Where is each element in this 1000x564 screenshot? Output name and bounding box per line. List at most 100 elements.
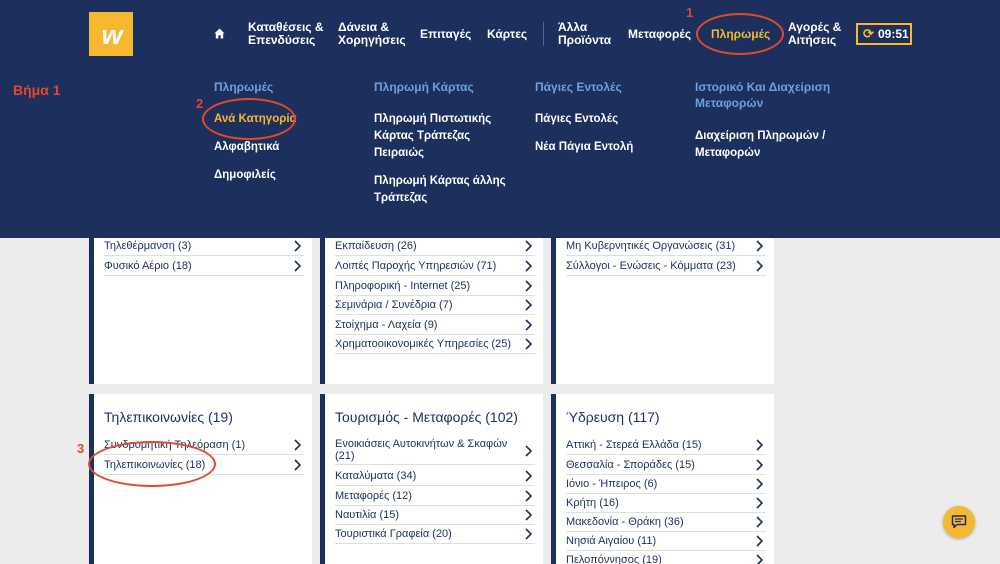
category-row[interactable]: Χρηματοοικονομικές Υπηρεσίες (25)	[335, 335, 535, 354]
session-timer-value: 09:51	[878, 27, 909, 41]
category-row-label: Πελοπόννησος (19)	[566, 554, 662, 564]
category-row-label: Σύλλογοι - Ενώσεις - Κόμματα (23)	[566, 260, 736, 272]
chevron-right-icon	[756, 439, 764, 451]
category-row[interactable]: Πληροφορική - Internet (25)	[335, 277, 535, 296]
menu-column-heading-payments: Πληρωμές	[214, 80, 274, 94]
category-card: Μη Κυβερνητικές Οργανώσεις (31) Σύλλογοι…	[551, 226, 774, 384]
chevron-right-icon	[756, 497, 764, 509]
menu-link-piraeus-card-payment[interactable]: Πληρωμή Πιστωτικής Κάρτας Τράπεζας Πειρα…	[374, 111, 491, 162]
home-icon[interactable]	[214, 28, 225, 39]
category-card-water: Ύδρευση (117) Αττική - Στερεά Ελλάδα (15…	[551, 394, 774, 564]
logo-letter: w	[101, 20, 122, 50]
nav-cards[interactable]: Κάρτες	[487, 28, 527, 41]
nav-purchases-applications[interactable]: Αγορές & Αιτήσεις	[788, 21, 841, 47]
nav-cheques[interactable]: Επιταγές	[420, 28, 471, 41]
chevron-right-icon	[525, 470, 533, 482]
nav-loans[interactable]: Δάνεια & Χορηγήσεις	[338, 21, 406, 47]
chevron-right-icon	[294, 260, 302, 272]
category-card-tourism: Τουρισμός - Μεταφορές (102) Ενοικιάσεις …	[320, 394, 543, 564]
category-row-label: Ναυτιλία (15)	[335, 509, 400, 521]
category-row[interactable]: Ενοικιάσεις Αυτοκινήτων & Σκαφών (21)	[335, 436, 535, 465]
annotation-number: 2	[196, 96, 204, 111]
nav-transfers[interactable]: Μεταφορές	[628, 28, 691, 41]
category-row[interactable]: Μεταφορές (12)	[335, 487, 535, 506]
nav-deposits-investments[interactable]: Καταθέσεις & Επενδύσεις	[248, 21, 324, 47]
category-row-label: Μακεδονία - Θράκη (36)	[566, 516, 684, 528]
category-row[interactable]: Εκπαίδευση (26)	[335, 237, 535, 256]
chevron-right-icon	[525, 445, 533, 457]
nav-divider	[543, 22, 544, 46]
annotation-ellipse	[696, 13, 784, 55]
category-row-label: Φυσικό Αέριο (18)	[104, 260, 192, 272]
chevron-right-icon	[525, 490, 533, 502]
category-row[interactable]: Μακεδονία - Θράκη (36)	[566, 513, 766, 532]
refresh-icon: ⟳	[863, 26, 874, 41]
category-row[interactable]: Μη Κυβερνητικές Οργανώσεις (31)	[566, 237, 766, 256]
category-row[interactable]: Νησιά Αιγαίου (11)	[566, 532, 766, 551]
menu-link-new-standing-order[interactable]: Νέα Πάγια Εντολή	[535, 139, 633, 156]
chat-button[interactable]	[943, 506, 975, 538]
menu-link-standing-orders[interactable]: Πάγιες Εντολές	[535, 111, 618, 128]
category-row-label: Σεμινάρια / Συνέδρια (7)	[335, 299, 453, 311]
menu-column-heading-card-payment: Πληρωμή Κάρτας	[374, 80, 474, 94]
category-row[interactable]: Ιόνιο - Ήπειρος (6)	[566, 475, 766, 494]
chevron-right-icon	[756, 554, 764, 564]
menu-link-alphabetical[interactable]: Αλφαβητικά	[214, 139, 279, 156]
category-row-label: Αττική - Στερεά Ελλάδα (15)	[566, 439, 702, 451]
chevron-right-icon	[294, 439, 302, 451]
category-row-label: Ενοικιάσεις Αυτοκινήτων & Σκαφών (21)	[335, 438, 508, 462]
chevron-right-icon	[294, 459, 302, 471]
chevron-right-icon	[756, 459, 764, 471]
category-card-title: Τηλεπικοινωνίες (19)	[104, 409, 233, 425]
annotation-number: 1	[686, 5, 694, 20]
category-row-label: Μη Κυβερνητικές Οργανώσεις (31)	[566, 240, 736, 252]
menu-link-manage-payments[interactable]: Διαχείριση Πληρωμών / Μεταφορών	[695, 128, 825, 162]
category-row-label: Λοιπές Παροχής Υπηρεσιών (71)	[335, 260, 497, 272]
category-card-title: Τουρισμός - Μεταφορές (102)	[335, 409, 518, 425]
category-row[interactable]: Τηλεθέρμανση (3)	[104, 237, 304, 256]
menu-column-heading-history: Ιστορικό Και Διαχείριση Μεταφορών	[695, 80, 831, 110]
category-row[interactable]: Φυσικό Αέριο (18)	[104, 257, 304, 276]
chevron-right-icon	[756, 478, 764, 490]
chevron-right-icon	[525, 299, 533, 311]
chevron-right-icon	[525, 260, 533, 272]
category-row[interactable]: Κρήτη (16)	[566, 494, 766, 513]
category-row-label: Τηλεθέρμανση (3)	[104, 240, 192, 252]
category-row-label: Ιόνιο - Ήπειρος (6)	[566, 478, 658, 490]
payments-mega-menu: Πληρωμές Ανά Κατηγορία Αλφαβητικά Δημοφι…	[0, 72, 1000, 238]
category-row-label: Τουριστικά Γραφεία (20)	[335, 528, 452, 540]
annotation-ellipse	[88, 441, 216, 487]
annotation-ellipse	[202, 98, 296, 140]
category-row[interactable]: Τουριστικά Γραφεία (20)	[335, 525, 535, 544]
category-row[interactable]: Σύλλογοι - Ενώσεις - Κόμματα (23)	[566, 257, 766, 276]
category-row[interactable]: Στοίχημα - Λαχεία (9)	[335, 316, 535, 335]
category-row-label: Νησιά Αιγαίου (11)	[566, 535, 657, 547]
category-row[interactable]: Σεμινάρια / Συνέδρια (7)	[335, 296, 535, 315]
chevron-right-icon	[525, 240, 533, 252]
category-card: Εκπαίδευση (26) Λοιπές Παροχής Υπηρεσιών…	[320, 226, 543, 384]
menu-link-other-bank-card-payment[interactable]: Πληρωμή Κάρτας άλλης Τράπεζας	[374, 173, 506, 207]
category-row[interactable]: Πελοπόννησος (19)	[566, 551, 766, 564]
bank-logo[interactable]: w	[89, 12, 133, 56]
category-card: Τηλεθέρμανση (3) Φυσικό Αέριο (18)	[89, 226, 312, 384]
category-row-label: Χρηματοοικονομικές Υπηρεσίες (25)	[335, 338, 511, 350]
chevron-right-icon	[525, 528, 533, 540]
category-row-label: Πληροφορική - Internet (25)	[335, 280, 471, 292]
category-row[interactable]: Θεσσαλία - Σποράδες (15)	[566, 456, 766, 475]
category-row[interactable]: Λοιπές Παροχής Υπηρεσιών (71)	[335, 257, 535, 276]
menu-link-popular[interactable]: Δημοφιλείς	[214, 167, 276, 184]
tutorial-step-label: Βήμα 1	[13, 82, 61, 98]
chevron-right-icon	[525, 338, 533, 350]
category-row-label: Εκπαίδευση (26)	[335, 240, 417, 252]
annotation-number: 3	[77, 441, 85, 456]
chat-icon	[951, 515, 967, 529]
category-row[interactable]: Καταλύματα (34)	[335, 467, 535, 486]
chevron-right-icon	[525, 280, 533, 292]
category-row[interactable]: Ναυτιλία (15)	[335, 506, 535, 525]
category-row-label: Κρήτη (16)	[566, 497, 619, 509]
chevron-right-icon	[756, 260, 764, 272]
menu-column-heading-standing-orders: Πάγιες Εντολές	[535, 80, 622, 94]
category-row[interactable]: Αττική - Στερεά Ελλάδα (15)	[566, 436, 766, 455]
nav-other-products[interactable]: Άλλα Προϊόντα	[558, 21, 611, 47]
top-navigation: w Καταθέσεις & Επενδύσεις Δάνεια & Χορηγ…	[0, 0, 1000, 72]
